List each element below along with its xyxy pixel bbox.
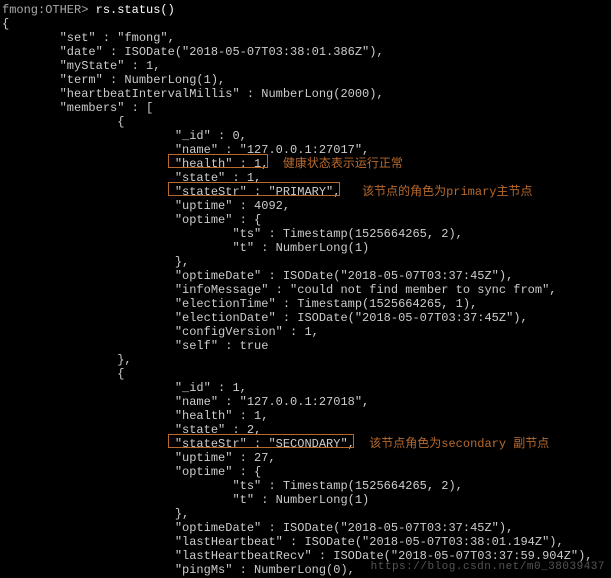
line: }, — [2, 507, 189, 521]
command: rs.status() — [96, 3, 175, 17]
line: "members" : [ — [2, 101, 153, 115]
line: "date" : ISODate("2018-05-07T03:38:01.38… — [2, 45, 384, 59]
line: "term" : NumberLong(1), — [2, 73, 225, 87]
line: "infoMessage" : "could not find member t… — [2, 283, 557, 297]
line: "ts" : Timestamp(1525664265, 2), — [2, 227, 463, 241]
line: "optimeDate" : ISODate("2018-05-07T03:37… — [2, 521, 513, 535]
line: }, — [2, 353, 132, 367]
line: "_id" : 1, — [2, 381, 247, 395]
line: { — [2, 367, 124, 381]
line: "configVersion" : 1, — [2, 325, 319, 339]
line: { — [2, 17, 9, 31]
highlight-box-health — [168, 154, 268, 168]
line: "optimeDate" : ISODate("2018-05-07T03:37… — [2, 269, 513, 283]
highlight-box-secondary — [168, 434, 354, 448]
line: "electionTime" : Timestamp(1525664265, 1… — [2, 297, 477, 311]
line: "name" : "127.0.0.1:27018", — [2, 395, 369, 409]
line: "myState" : 1, — [2, 59, 160, 73]
line: "heartbeatIntervalMillis" : NumberLong(2… — [2, 87, 384, 101]
annotation-primary: 该节点的角色为primary主节点 — [362, 185, 532, 199]
line: "electionDate" : ISODate("2018-05-07T03:… — [2, 311, 528, 325]
line: }, — [2, 255, 189, 269]
annotation-health: 健康状态表示运行正常 — [283, 157, 403, 171]
line: "t" : NumberLong(1) — [2, 493, 369, 507]
terminal-output: fmong:OTHER> rs.status() { "set" : "fmon… — [0, 0, 611, 578]
line: "uptime" : 27, — [2, 451, 276, 465]
line: "optime" : { — [2, 213, 261, 227]
highlight-box-primary — [168, 182, 340, 196]
line: "ts" : Timestamp(1525664265, 2), — [2, 479, 463, 493]
line: "t" : NumberLong(1) — [2, 241, 369, 255]
line: "pingMs" : NumberLong(0), — [2, 563, 355, 577]
watermark: https://blog.csdn.net/m0_38039437 — [371, 560, 605, 574]
line: "uptime" : 4092, — [2, 199, 290, 213]
prompt: fmong:OTHER> — [2, 3, 96, 17]
line: { — [2, 115, 124, 129]
line: "health" : 1, — [2, 409, 268, 423]
line: "_id" : 0, — [2, 129, 247, 143]
annotation-secondary: 该节点角色为secondary 副节点 — [369, 437, 549, 451]
line: "lastHeartbeat" : ISODate("2018-05-07T03… — [2, 535, 564, 549]
line: "self" : true — [2, 339, 268, 353]
line: "set" : "fmong", — [2, 31, 175, 45]
line: "optime" : { — [2, 465, 261, 479]
